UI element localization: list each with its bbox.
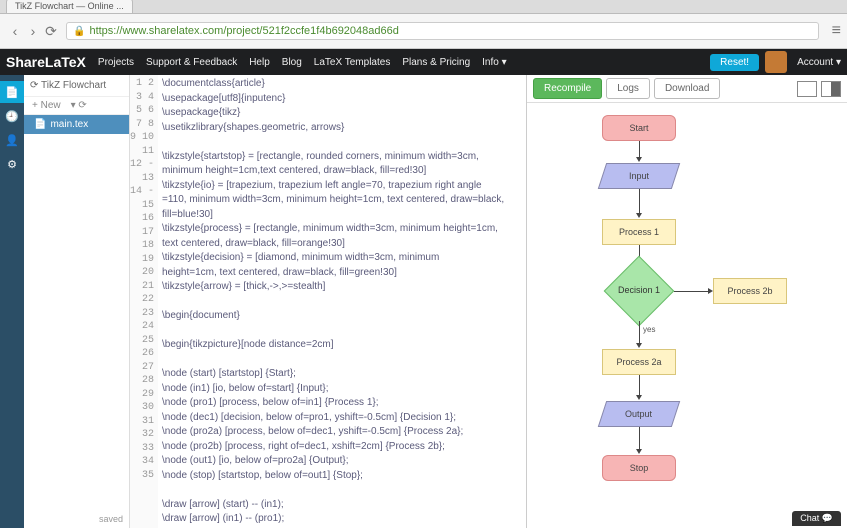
preview-pane: Recompile Logs Download Start Input Proc…	[527, 75, 847, 528]
node-process1: Process 1	[602, 219, 676, 245]
project-title: ⟳ TikZ Flowchart	[24, 75, 129, 97]
logs-button[interactable]: Logs	[606, 78, 650, 99]
code-editor[interactable]: 1 2 3 4 5 6 7 8 9 10 11 12 - 13 14 - 15 …	[130, 75, 527, 528]
forward-icon[interactable]: ›	[24, 23, 42, 39]
recompile-button[interactable]: Recompile	[533, 78, 602, 99]
layout-full-icon[interactable]	[797, 81, 817, 97]
browser-toolbar: ‹ › ⟳ 🔒 https://www.sharelatex.com/proje…	[0, 14, 847, 49]
preview-toolbar: Recompile Logs Download	[527, 75, 847, 103]
back-icon[interactable]: ‹	[6, 23, 24, 39]
node-process2a: Process 2a	[602, 349, 676, 375]
edge-label-yes: yes	[643, 325, 655, 334]
sidebar-actions-icon[interactable]: ▾ ⟳	[71, 100, 87, 111]
node-process2b: Process 2b	[713, 278, 787, 304]
nav-plans[interactable]: Plans & Pricing	[402, 57, 470, 68]
reload-icon[interactable]: ⟳	[42, 23, 60, 40]
chat-button[interactable]: Chat 💬	[792, 511, 841, 526]
account-menu[interactable]: Account ▾	[797, 57, 841, 68]
node-stop: Stop	[602, 455, 676, 481]
nav-blog[interactable]: Blog	[282, 57, 302, 68]
node-decision: Decision 1	[604, 261, 674, 321]
nav-info[interactable]: Info ▾	[482, 57, 506, 68]
files-icon[interactable]: 📄	[0, 81, 24, 103]
avatar[interactable]	[765, 51, 787, 73]
pdf-canvas[interactable]: Start Input Process 1 Decision 1 Process…	[527, 103, 847, 528]
nav-help[interactable]: Help	[249, 57, 270, 68]
node-output: Output	[598, 401, 680, 427]
lock-icon: 🔒	[73, 26, 85, 37]
history-icon[interactable]: 🕘	[0, 105, 24, 127]
file-row[interactable]: 📄 main.tex	[24, 115, 129, 134]
code-area[interactable]: \documentclass{article} \usepackage[utf8…	[158, 75, 526, 528]
new-file-button[interactable]: + New	[32, 100, 61, 111]
left-rail: 📄 🕘 👤 ⚙	[0, 75, 24, 528]
nav-support[interactable]: Support & Feedback	[146, 57, 237, 68]
browser-tab[interactable]: TikZ Flowchart — Online ...	[6, 0, 133, 13]
nav-templates[interactable]: LaTeX Templates	[314, 57, 391, 68]
node-start: Start	[602, 115, 676, 141]
line-gutter: 1 2 3 4 5 6 7 8 9 10 11 12 - 13 14 - 15 …	[130, 75, 158, 528]
url-text: https://www.sharelatex.com/project/521f2…	[89, 25, 398, 37]
logo[interactable]: ShareLaTeX	[6, 54, 86, 70]
layout-split-icon[interactable]	[821, 81, 841, 97]
menu-icon[interactable]: ≡	[819, 22, 841, 40]
saved-indicator: saved	[99, 514, 123, 524]
browser-tab-strip: TikZ Flowchart — Online ...	[0, 0, 847, 14]
download-button[interactable]: Download	[654, 78, 720, 99]
app-header: ShareLaTeX Projects Support & Feedback H…	[0, 49, 847, 75]
settings-icon[interactable]: ⚙	[0, 153, 24, 175]
url-bar[interactable]: 🔒 https://www.sharelatex.com/project/521…	[66, 22, 819, 40]
nav-projects[interactable]: Projects	[98, 57, 134, 68]
file-sidebar: ⟳ TikZ Flowchart + New ▾ ⟳ 📄 main.tex sa…	[24, 75, 130, 528]
reset-button[interactable]: Reset!	[710, 54, 759, 71]
share-icon[interactable]: 👤	[0, 129, 24, 151]
node-input: Input	[598, 163, 680, 189]
